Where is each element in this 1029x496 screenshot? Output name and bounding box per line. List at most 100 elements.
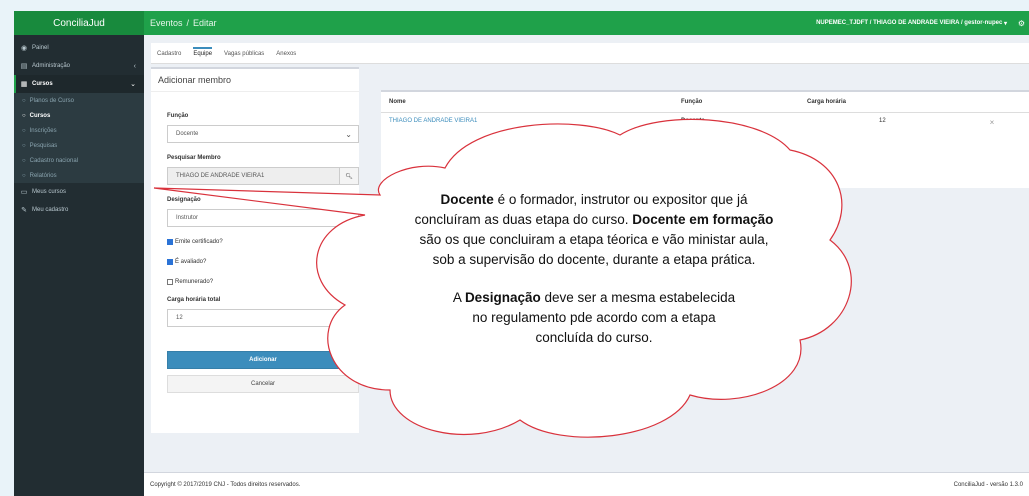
brand-logo[interactable]: ConciliaJud	[14, 11, 144, 35]
cancel-button[interactable]: Cancelar	[167, 375, 359, 393]
breadcrumb-separator: /	[186, 18, 190, 28]
chevron-down-icon: ⌄	[130, 81, 136, 88]
dashboard-icon: ◉	[20, 45, 28, 52]
carga-horaria-input[interactable]: 12	[167, 309, 359, 327]
submenu-label: Inscrições	[29, 127, 57, 134]
table-row: THIAGO DE ANDRADE VIEIRA1 Docente Emite …	[381, 113, 1029, 142]
column-header-funcao: Função	[673, 92, 799, 113]
add-button[interactable]: Adicionar	[167, 351, 359, 369]
gear-icon[interactable]: ⚙	[1018, 11, 1025, 35]
courses-icon: ▦	[20, 81, 28, 88]
circle-icon: ○	[22, 142, 26, 149]
sidebar-item-painel[interactable]: ◉ Painel	[14, 39, 144, 57]
tab-bar: Cadastro Equipe Vagas públicas Anexos	[151, 43, 365, 64]
callout-text-span: A	[452, 290, 462, 305]
funcao-label: Função	[167, 113, 189, 119]
column-header-nome: Nome	[381, 92, 673, 113]
team-table-panel: Nome Função Carga horária THIAGO DE ANDR…	[381, 90, 1029, 188]
funcao-select-value: Docente	[176, 131, 199, 137]
submenu-item-planos[interactable]: ○ Planos de Curso	[14, 93, 144, 108]
column-header-carga: Carga horária	[799, 92, 955, 113]
designacao-input[interactable]: Instrutor	[167, 209, 359, 227]
sidebar-item-meu-cadastro[interactable]: ✎ Meu cadastro	[14, 201, 144, 219]
funcao-select[interactable]: Docente ⌄	[167, 125, 359, 143]
circle-icon: ○	[22, 112, 26, 119]
carga-label: Carga horária total	[167, 297, 221, 303]
add-member-panel: Adicionar membro Função Docente ⌄ Pesqui…	[151, 67, 359, 433]
circle-icon: ○	[22, 157, 26, 164]
submenu-label: Pesquisas	[29, 142, 58, 149]
tab-vagas-publicas[interactable]: Vagas públicas	[224, 47, 264, 63]
sidebar-item-label: Administração	[32, 63, 71, 69]
emite-certificado-checkbox[interactable]: Emite certificado?	[167, 239, 223, 245]
callout-paragraph-1: Docente é o formador, instrutor ou expos…	[408, 190, 780, 270]
sidebar: ◉ Painel ▤ Administração ‹ ▦ Cursos ⌄ ○ P…	[14, 35, 144, 496]
designacao-value: Instrutor	[176, 215, 199, 221]
member-search-input[interactable]: THIAGO DE ANDRADE VIEIRA1 🔍︎	[167, 167, 359, 185]
term-docente: Docente	[440, 192, 494, 207]
breadcrumb-item: Editar	[193, 18, 217, 28]
designacao-label: Designação	[167, 197, 201, 203]
term-designacao: Designação	[464, 290, 541, 305]
pesquisar-label: Pesquisar Membro	[167, 155, 221, 161]
sidebar-item-administracao[interactable]: ▤ Administração ‹	[14, 57, 144, 75]
callout-text-span: são os que concluiram a etapa téorica e …	[419, 232, 769, 267]
member-hours: 12	[879, 118, 886, 124]
checkbox-label: É avaliado?	[175, 259, 207, 265]
term-docente-em-formacao: Docente em formação	[632, 212, 774, 227]
footer: Copyright © 2017/2019 CNJ - Todos direit…	[144, 472, 1029, 496]
sidebar-item-cursos[interactable]: ▦ Cursos ⌄	[14, 75, 144, 93]
sidebar-item-meus-cursos[interactable]: ▭ Meus cursos	[14, 183, 144, 201]
sidebar-item-label: Cursos	[32, 81, 53, 87]
member-hours-cell: 12	[799, 113, 955, 142]
tab-anexos[interactable]: Anexos	[276, 47, 296, 63]
tab-equipe[interactable]: Equipe	[193, 47, 213, 63]
submenu-label: Cadastro nacional	[29, 157, 78, 164]
checkbox-label: Emite certificado?	[175, 239, 223, 245]
caret-down-icon: ▾	[1003, 20, 1007, 27]
callout-text: Docente é o formador, instrutor ou expos…	[408, 190, 780, 348]
breadcrumb-item[interactable]: Eventos	[150, 18, 183, 28]
checkbox-label: Remunerado?	[175, 279, 214, 285]
copyright-text: Copyright © 2017/2019 CNJ - Todos direit…	[150, 481, 301, 488]
sidebar-item-label: Painel	[32, 45, 49, 51]
user-name: NUPEMEC_TJDFT / THIAGO DE ANDRADE VIEIRA…	[816, 20, 1003, 26]
submenu-item-relatorios[interactable]: ○ Relatórios	[14, 168, 144, 183]
table-header-row: Nome Função Carga horária	[381, 92, 1029, 113]
admin-icon: ▤	[20, 63, 28, 70]
circle-icon: ○	[22, 127, 26, 134]
user-menu[interactable]: NUPEMEC_TJDFT / THIAGO DE ANDRADE VIEIRA…	[816, 11, 1007, 35]
my-courses-icon: ▭	[20, 189, 28, 196]
chevron-left-icon: ‹	[133, 62, 136, 70]
remunerado-checkbox[interactable]: Remunerado?	[167, 279, 213, 285]
checkbox-unchecked-icon	[167, 279, 173, 285]
my-profile-icon: ✎	[21, 207, 27, 214]
submenu-label: Relatórios	[29, 172, 57, 179]
tab-cadastro[interactable]: Cadastro	[157, 47, 181, 63]
checkbox-checked-icon	[167, 239, 173, 245]
panel-title: Adicionar membro	[151, 69, 359, 92]
carga-horaria-value: 12	[176, 315, 183, 321]
chevron-down-icon: ⌄	[345, 129, 352, 139]
member-name-link[interactable]: THIAGO DE ANDRADE VIEIRA1	[381, 113, 673, 142]
search-icon[interactable]: 🔍︎	[339, 168, 358, 184]
avaliado-checkbox[interactable]: É avaliado?	[167, 259, 206, 265]
submenu-item-cadastro-nacional[interactable]: ○ Cadastro nacional	[14, 153, 144, 168]
submenu-item-cursos[interactable]: ○ Cursos	[14, 108, 144, 123]
callout-paragraph-2: A Designação deve ser a mesma estabeleci…	[408, 288, 780, 348]
remove-member-icon[interactable]: ×	[955, 113, 1029, 142]
sidebar-item-label: Meus cursos	[32, 189, 67, 195]
checkbox-checked-icon	[167, 259, 173, 265]
sidebar-item-label: Meu cadastro	[32, 207, 69, 213]
member-search-value: THIAGO DE ANDRADE VIEIRA1	[176, 173, 265, 179]
sidebar-submenu: ○ Planos de Curso ○ Cursos ○ Inscrições ○ Pe…	[14, 93, 144, 183]
submenu-item-inscricoes[interactable]: ○ Inscrições	[14, 123, 144, 138]
submenu-label: Planos de Curso	[29, 97, 74, 104]
submenu-label: Cursos	[29, 112, 51, 119]
tab-bar-fill	[359, 43, 1029, 64]
version-text: ConciliaJud - versão 1.3.0	[953, 481, 1023, 488]
member-role-cell: Docente Emite certificado É avaliado	[673, 113, 799, 142]
top-navbar: ConciliaJud Eventos / Editar NUPEMEC_TJD…	[14, 11, 1029, 35]
submenu-item-pesquisas[interactable]: ○ Pesquisas	[14, 138, 144, 153]
team-table: Nome Função Carga horária THIAGO DE ANDR…	[381, 92, 1029, 141]
